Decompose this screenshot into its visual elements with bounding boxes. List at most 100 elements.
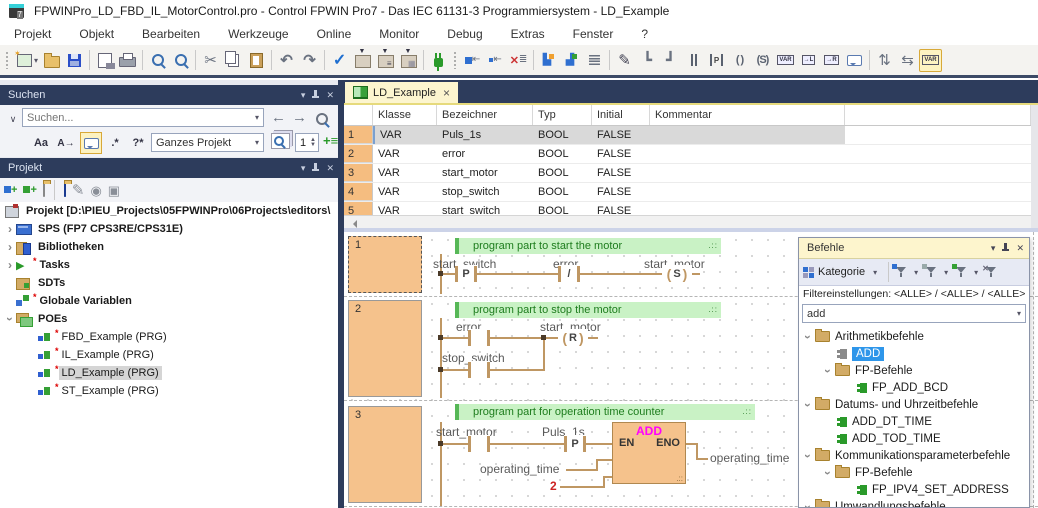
chevron-right-icon[interactable]: › — [4, 258, 16, 272]
chevron-down-icon[interactable]: › — [3, 313, 17, 325]
add-folder-button[interactable] — [42, 183, 45, 197]
stepper-down-icon[interactable]: ▼ — [310, 142, 316, 148]
jump-left-tool-button[interactable]: →L — [797, 49, 820, 72]
chevron-down-icon[interactable]: › — [801, 330, 815, 344]
cell-klasse[interactable]: VAR — [373, 145, 437, 163]
move-network-button[interactable]: ▙ — [537, 49, 560, 72]
edit-tool-button[interactable]: ✎ — [613, 49, 636, 72]
add-sdt-button[interactable]: + — [23, 184, 37, 196]
col-kommentar[interactable]: Kommentar — [650, 105, 845, 125]
tree-item-poes[interactable]: › POEs — [0, 310, 338, 328]
tree-item-il-example[interactable]: * IL_Example (PRG) — [0, 346, 338, 364]
comment-filter-button[interactable] — [80, 132, 102, 154]
cell-klasse[interactable]: VAR — [373, 183, 437, 201]
tree-item-add[interactable]: ADD — [799, 345, 1029, 362]
add-function-block[interactable]: ADD EN ENO .:: — [612, 422, 686, 484]
variable-row[interactable]: 2 VAR error BOOL FALSE — [344, 145, 1038, 164]
cell-initial[interactable]: FALSE — [592, 183, 650, 201]
tree-item-globale-variablen[interactable]: * Globale Variablen — [0, 292, 338, 310]
add-to-list-icon[interactable]: +≡ — [323, 133, 338, 148]
cell-kommentar[interactable] — [650, 145, 845, 163]
cell-initial[interactable]: FALSE — [592, 126, 650, 144]
cell-initial[interactable]: FALSE — [592, 145, 650, 163]
literal-value[interactable]: 2 — [550, 479, 557, 493]
monitor-pou-icon[interactable]: ◉ — [90, 184, 101, 197]
filter-target-button[interactable] — [952, 264, 967, 277]
coil-set[interactable]: (S) — [662, 265, 692, 283]
add-device-button[interactable]: + — [4, 184, 17, 196]
tree-item-umwandlungsbefehle[interactable]: › Umwandlungsbefehle — [799, 498, 1029, 507]
check-pou-button[interactable]: ✓ — [328, 49, 351, 72]
variable-tool-button[interactable]: VAR — [774, 49, 797, 72]
tree-item-arithmetikbefehle[interactable]: › Arithmetikbefehle — [799, 328, 1029, 345]
instructions-panel-header[interactable]: Befehle ▾ ✕ — [799, 238, 1029, 259]
search-scope-select[interactable]: Ganzes Projekt ▾ — [151, 133, 264, 152]
filter-group-button[interactable] — [922, 264, 937, 277]
tree-item-fp-befehle-komm[interactable]: › FP-Befehle — [799, 464, 1029, 481]
cell-typ[interactable]: BOOL — [533, 126, 592, 144]
new-pou-button[interactable] — [63, 183, 66, 197]
wildcard-button[interactable]: ?* — [127, 132, 149, 154]
wire-west-tool-button[interactable]: ┗ — [636, 49, 659, 72]
tab-close-icon[interactable]: × — [443, 86, 450, 100]
tree-item-project-root[interactable]: Projekt [D:\PIEU_Projects\05FPWINPro\06P… — [0, 202, 338, 220]
filter-type-button[interactable] — [892, 264, 907, 277]
chevron-right-icon[interactable]: › — [4, 222, 16, 236]
menu-objekt[interactable]: Objekt — [65, 23, 128, 45]
cell-klasse[interactable]: VAR — [373, 164, 437, 182]
tree-item-datums-und-uhrzeitbefehle[interactable]: › Datums- und Uhrzeitbefehle — [799, 396, 1029, 413]
tree-item-tasks[interactable]: › ▶ * Tasks — [0, 256, 338, 274]
redo-button[interactable]: ↷ — [298, 49, 321, 72]
cell-bezeichner[interactable]: start_motor — [437, 164, 533, 182]
network-comment[interactable]: .:: program part for operation time count… — [455, 404, 755, 420]
contact-pulse[interactable]: P — [455, 265, 477, 283]
save-project-button[interactable] — [63, 49, 86, 72]
contact-negated[interactable]: / — [558, 265, 580, 283]
coil-set-tool-button[interactable]: (S) — [751, 49, 774, 72]
close-pou-icon[interactable]: ▣ — [108, 184, 120, 197]
col-typ[interactable]: Typ — [533, 105, 592, 125]
compile-all-button[interactable] — [374, 48, 397, 72]
menu-debug[interactable]: Debug — [433, 23, 496, 45]
cut-button[interactable]: ✂ — [199, 49, 222, 72]
compile-changed-button[interactable] — [397, 48, 420, 72]
paste-network-button[interactable]: ▟ — [560, 49, 583, 72]
toolbar-grip[interactable] — [453, 51, 459, 69]
zoom-page-button[interactable] — [146, 49, 169, 72]
tree-item-fp-befehle[interactable]: › FP-Befehle — [799, 362, 1029, 379]
menu-extras[interactable]: Extras — [497, 23, 559, 45]
regex-button[interactable]: .* — [104, 132, 126, 154]
panel-menu-icon[interactable]: ▾ — [301, 163, 306, 174]
paste-button[interactable] — [245, 49, 268, 72]
spread-vertical-button[interactable]: ⇅ — [873, 49, 896, 72]
cell-kommentar[interactable] — [650, 126, 845, 144]
page-setup-button[interactable] — [93, 49, 116, 72]
tree-item-ld-example[interactable]: * LD_Example (PRG) — [0, 364, 338, 382]
operand-label[interactable]: operating_time — [710, 451, 789, 465]
jump-right-tool-button[interactable]: →R — [820, 49, 843, 72]
search-icon[interactable] — [316, 113, 328, 125]
resize-handle-icon[interactable]: .:: — [708, 238, 718, 254]
cell-typ[interactable]: BOOL — [533, 164, 592, 182]
insert-network-above-button[interactable]: ⇤ — [461, 49, 484, 72]
cell-klasse[interactable]: VAR — [373, 126, 437, 144]
wire-east-tool-button[interactable]: ┛ — [659, 49, 682, 72]
tree-item-fbd-example[interactable]: * FBD_Example (PRG) — [0, 328, 338, 346]
operand-label[interactable]: operating_time — [480, 462, 559, 476]
menu-fenster[interactable]: Fenster — [559, 23, 628, 45]
chevron-down-icon[interactable]: › — [801, 449, 815, 463]
table-scrollbar[interactable] — [1031, 105, 1038, 228]
tree-item-kommunikationsparameterbefehle[interactable]: › Kommunikationsparameterbefehle — [799, 447, 1029, 464]
rung-number-cell[interactable]: 1 — [348, 236, 422, 293]
result-counter-stepper[interactable]: 1 ▲ ▼ — [295, 133, 319, 152]
cell-typ[interactable]: BOOL — [533, 145, 592, 163]
contact-tool-button[interactable] — [682, 49, 705, 72]
compile-object-button[interactable] — [351, 48, 374, 72]
expand-search-button[interactable]: ∨ — [2, 108, 24, 130]
menu-bearbeiten[interactable]: Bearbeiten — [128, 23, 214, 45]
instruction-search-input[interactable] — [803, 305, 1013, 322]
variable-row[interactable]: 3 VAR start_motor BOOL FALSE — [344, 164, 1038, 183]
tree-item-fp-ipv4-set-address[interactable]: FP_IPV4_SET_ADDRESS — [799, 481, 1029, 498]
spread-horizontal-button[interactable]: ⇆ — [896, 49, 919, 72]
menu-hilfe[interactable]: ? — [627, 23, 662, 45]
